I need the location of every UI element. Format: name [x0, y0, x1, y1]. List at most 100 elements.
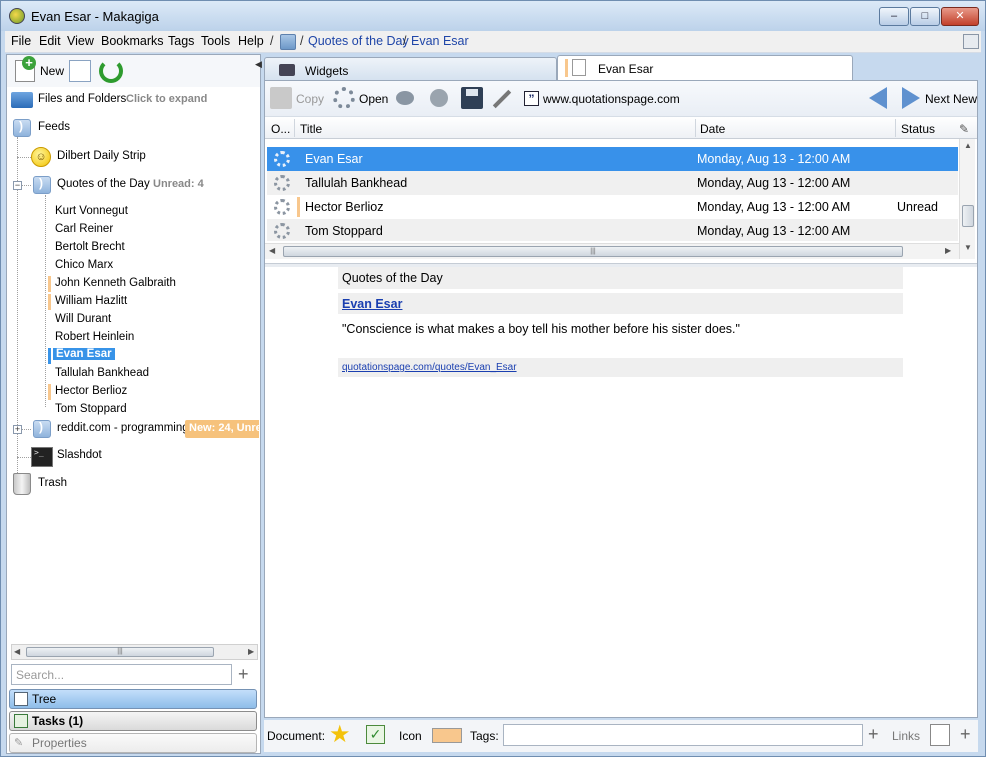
rss-icon: [33, 176, 51, 194]
collapse-icon[interactable]: −: [13, 181, 22, 190]
unread-marker: [48, 294, 51, 310]
tree-item-quote[interactable]: Kurt Vonnegut: [47, 203, 247, 221]
color-swatch[interactable]: [432, 728, 462, 743]
tab-widgets-label: Widgets: [305, 64, 349, 78]
menu-help[interactable]: Help: [238, 34, 264, 48]
tree-item-quote[interactable]: Chico Marx: [47, 257, 247, 275]
tree-item-reddit[interactable]: reddit.com - programming New: 24, Unre: [33, 420, 260, 438]
tree-item-quote[interactable]: Bertolt Brecht: [47, 239, 247, 257]
tree-item-quote[interactable]: Tom Stoppard: [47, 401, 247, 419]
tree-item-quote[interactable]: William Hazlitt: [47, 293, 247, 311]
table-row[interactable]: Tom Stoppard Monday, Aug 13 - 12:00 AM: [267, 219, 958, 241]
tab-widgets[interactable]: Widgets: [264, 57, 557, 81]
scroll-down-icon[interactable]: ▼: [964, 243, 972, 252]
menu-bookmarks[interactable]: Bookmarks: [101, 34, 164, 48]
column-header-title[interactable]: Title: [300, 122, 322, 136]
tree-item-quote[interactable]: Robert Heinlein: [47, 329, 247, 347]
tree-item-label: Dilbert Daily Strip: [57, 150, 146, 162]
tab-evan-esar[interactable]: Evan Esar: [557, 55, 853, 81]
tree-item-label: Tom Stoppard: [55, 403, 127, 415]
refresh-icon[interactable]: [99, 59, 123, 83]
previous-arrow-icon[interactable]: [869, 87, 887, 109]
scroll-right-icon[interactable]: ▶: [945, 246, 951, 255]
tree-item-quote[interactable]: John Kenneth Galbraith: [47, 275, 247, 293]
tree-item-quote[interactable]: Tallulah Bankhead: [47, 365, 247, 383]
collapse-arrow-icon[interactable]: ◀: [255, 59, 262, 70]
tree-item-quote-selected[interactable]: Evan Esar: [47, 347, 247, 365]
links-button[interactable]: Links: [892, 729, 920, 743]
layout-icon[interactable]: [69, 60, 91, 82]
new-button[interactable]: New: [40, 64, 64, 78]
checkbox-icon[interactable]: ✓: [366, 725, 385, 744]
tree-item-slashdot[interactable]: >_ Slashdot: [31, 447, 231, 467]
open-button[interactable]: Open: [359, 92, 388, 106]
scrollbar-thumb[interactable]: |||: [26, 647, 214, 657]
tags-input[interactable]: [503, 724, 863, 746]
menu-tools[interactable]: Tools: [201, 34, 230, 48]
close-button[interactable]: ✕: [941, 7, 979, 26]
tree-item-quote[interactable]: Will Durant: [47, 311, 247, 329]
site-link[interactable]: www.quotationspage.com: [543, 92, 680, 106]
scroll-left-icon[interactable]: ◀: [14, 647, 20, 656]
breadcrumb-evan-esar[interactable]: Evan Esar: [411, 34, 469, 48]
preview-source-link[interactable]: quotationspage.com/quotes/Evan_Esar: [338, 358, 903, 377]
menu-tags[interactable]: Tags: [168, 34, 194, 48]
maximize-button[interactable]: □: [910, 7, 940, 26]
tree-item-feeds[interactable]: Feeds: [13, 119, 213, 137]
search-icon[interactable]: [430, 89, 448, 107]
column-divider[interactable]: [294, 119, 295, 137]
table-row-selected[interactable]: Evan Esar Monday, Aug 13 - 12:00 AM: [267, 147, 958, 171]
table-horizontal-scrollbar[interactable]: ◀ ||| ▶: [265, 243, 959, 259]
column-header-o[interactable]: O...: [271, 122, 290, 136]
tree-item-quote[interactable]: Hector Berlioz: [47, 383, 247, 401]
tab-properties[interactable]: ✎ Properties: [9, 733, 257, 753]
scroll-left-icon[interactable]: ◀: [269, 246, 275, 255]
column-divider[interactable]: [895, 119, 896, 137]
preview-item-link[interactable]: Evan Esar: [338, 293, 903, 314]
tree-item-files-and-folders[interactable]: Files and Folders Click to expand: [11, 91, 251, 109]
table-vertical-scrollbar[interactable]: ▲ ▼: [959, 139, 975, 259]
scrollbar-thumb[interactable]: [962, 205, 974, 227]
scroll-right-icon[interactable]: ▶: [248, 647, 254, 656]
copy-button[interactable]: Copy: [296, 92, 324, 106]
new-document-icon[interactable]: [15, 56, 36, 82]
search-input[interactable]: Search...: [11, 664, 232, 685]
next-arrow-icon[interactable]: [902, 87, 920, 109]
tree-item-quote[interactable]: Carl Reiner: [47, 221, 247, 239]
tree-horizontal-scrollbar[interactable]: ◀ ||| ▶: [11, 644, 258, 660]
menu-edit[interactable]: Edit: [39, 34, 61, 48]
expand-icon[interactable]: +: [13, 425, 22, 434]
wrench-icon[interactable]: [492, 89, 512, 109]
icon-button[interactable]: Icon: [399, 729, 422, 743]
next-new-button[interactable]: Next New: [925, 92, 977, 106]
table-row[interactable]: Hector Berlioz Monday, Aug 13 - 12:00 AM…: [267, 195, 958, 219]
keyboard-icon[interactable]: [963, 34, 979, 49]
comment-icon[interactable]: [396, 91, 414, 105]
tab-tasks[interactable]: Tasks (1): [9, 711, 257, 731]
menu-view[interactable]: View: [67, 34, 94, 48]
minimize-button[interactable]: –: [879, 7, 909, 26]
table-row[interactable]: Tallulah Bankhead Monday, Aug 13 - 12:00…: [267, 171, 958, 195]
copy-icon[interactable]: [270, 87, 292, 109]
tree-item-trash[interactable]: Trash: [13, 473, 213, 495]
add-search-icon[interactable]: +: [238, 665, 249, 683]
tab-tree[interactable]: Tree: [9, 689, 257, 709]
tree-item-quotes-of-the-day[interactable]: Quotes of the Day Unread: 4: [33, 176, 253, 194]
scrollbar-thumb[interactable]: |||: [283, 246, 903, 257]
save-icon[interactable]: [461, 87, 483, 109]
edit-note-icon[interactable]: [930, 724, 950, 746]
tree-connector: [21, 185, 31, 186]
breadcrumb-quotes-of-the-day[interactable]: Quotes of the Day: [308, 34, 409, 48]
star-icon[interactable]: ★: [329, 723, 351, 747]
scroll-up-icon[interactable]: ▲: [964, 141, 972, 150]
cell-title: Hector Berlioz: [305, 200, 384, 214]
tree-item-dilbert[interactable]: ☺ Dilbert Daily Strip: [31, 147, 231, 167]
gear-icon[interactable]: [333, 87, 355, 109]
menu-file[interactable]: File: [11, 34, 31, 48]
add-tag-icon[interactable]: +: [868, 725, 879, 743]
column-divider[interactable]: [695, 119, 696, 137]
column-settings-icon[interactable]: ✎: [959, 122, 969, 136]
column-header-status[interactable]: Status: [901, 122, 935, 136]
add-link-icon[interactable]: +: [960, 725, 971, 743]
column-header-date[interactable]: Date: [700, 122, 725, 136]
